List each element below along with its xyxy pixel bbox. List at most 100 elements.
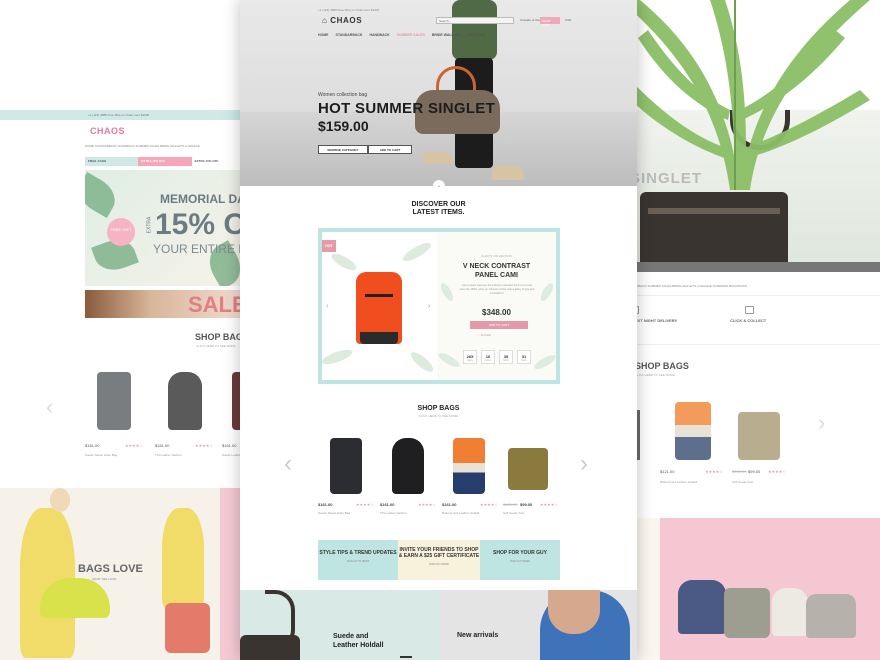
- promo-style-tips[interactable]: STYLE TIPS & TREND UPDATES SIGN UP TO NEW…: [318, 540, 398, 580]
- countdown-hours: 16 Hours: [481, 350, 495, 364]
- offer-1[interactable]: FINAL CASH: [85, 157, 139, 166]
- product-old-price: $105.00: [503, 502, 518, 507]
- product-name[interactable]: Buttons and Leather Holdall: [442, 511, 479, 515]
- chevron-right-icon[interactable]: ›: [580, 450, 588, 478]
- phone-text: +1 (123) 4588: [88, 113, 107, 117]
- shipping-text: Free Ship on Order over $1000: [107, 113, 150, 117]
- product-image[interactable]: [356, 272, 402, 344]
- hero-add-to-cart-button[interactable]: ADD TO CART: [368, 145, 412, 154]
- product-image[interactable]: [675, 402, 711, 460]
- product-brand: CHAOS COLLECTION: [481, 254, 512, 258]
- nav-home[interactable]: HOME: [318, 33, 329, 37]
- search-input[interactable]: [436, 17, 514, 24]
- product-name[interactable]: Buttons and Leather Holdall: [660, 480, 697, 484]
- product-image: [240, 635, 300, 660]
- left-shop-bags-sub[interactable]: CLICK HERE TO SEE MORE: [196, 344, 236, 348]
- promo-invite-friends[interactable]: INVITE YOUR FRIENDS TO SHOP & EARN A $25…: [398, 540, 480, 580]
- nav-handback[interactable]: HANDBACK: [369, 33, 389, 37]
- rating-stars: ★★★★☆: [705, 469, 723, 474]
- product-name[interactable]: Suede Tassel Hobo Bag: [318, 511, 350, 515]
- left-logo[interactable]: CHAOS: [90, 126, 125, 136]
- product-description: Lorem ipsum has been the industry's stan…: [459, 284, 535, 295]
- sale-text: SALE: [188, 292, 247, 317]
- hero-extra: EXTRA: [146, 216, 153, 234]
- hero-title: HOT SUMMER SINGLET: [318, 100, 496, 117]
- countdown-days: 265 Days: [463, 350, 477, 364]
- hero-kicker: Women collection bag: [318, 92, 368, 98]
- bags-love-banner[interactable]: BAGS LOVE SHOP THE LOOK: [0, 488, 250, 660]
- chevron-left-icon[interactable]: ‹: [284, 450, 292, 478]
- product-name[interactable]: Soft Suede Tote: [732, 480, 753, 484]
- share-link[interactable]: ♡ SHARE: [477, 333, 491, 337]
- nav-summer-sales[interactable]: SUMMER SALES: [397, 33, 425, 37]
- product-price: $161.00: [380, 502, 395, 507]
- currency-select[interactable]: USD: [565, 18, 571, 22]
- left-hero-banner[interactable]: FREE GIFT MEMORIAL DA EXTRA 15% O YOUR E…: [85, 170, 250, 286]
- promo-title: SHOP FOR YOUR GUY: [493, 550, 547, 556]
- featured-product-image-panel[interactable]: HOT ‹ ›: [322, 232, 437, 380]
- hero-percentage: 15% O: [155, 208, 247, 241]
- featured-product-info: CHAOS COLLECTION V NECK CONTRAST PANEL C…: [437, 232, 556, 380]
- top-info: +1 (123) 4588 Free Ship on Order over $1…: [318, 8, 379, 12]
- hero-price: $159.00: [318, 118, 369, 134]
- rating-stars: ★★★★☆: [195, 443, 213, 448]
- hot-badge: HOT: [322, 240, 336, 252]
- product-title-line-2: PANEL CAMI: [475, 272, 518, 279]
- chevron-right-icon[interactable]: ›: [428, 303, 430, 310]
- product-name[interactable]: Suede Leather: [222, 453, 242, 457]
- model-image: [548, 590, 600, 634]
- product-image[interactable]: [168, 372, 202, 430]
- chevron-left-icon[interactable]: ‹: [46, 394, 53, 420]
- product-price: $121.00: [660, 469, 675, 474]
- model-image: [452, 0, 497, 60]
- add-to-cart-button[interactable]: ADD TO CART: [470, 321, 528, 329]
- site-logo[interactable]: ⌂ CHAOS: [322, 16, 362, 25]
- product-image: [165, 603, 210, 653]
- offer-3[interactable]: EXTRA 15% OFF: [191, 157, 245, 166]
- product-name[interactable]: TSt Leather Satchel: [380, 511, 407, 515]
- holdall-banner[interactable]: Suede and Leather Holdall: [240, 590, 440, 660]
- right-nav[interactable]: HANDBACK SUMMER SALES BRIDE WALLETS LUGG…: [630, 284, 747, 288]
- rating-stars: ★★★★☆: [540, 502, 558, 507]
- product-image[interactable]: [97, 372, 131, 430]
- shop-cart-button[interactable]: SHOP CART: [540, 17, 560, 27]
- right-shop-bags-sub[interactable]: CLICK HERE TO SEE MORE: [635, 373, 675, 377]
- bags-love-sub[interactable]: SHOP THE LOOK: [92, 577, 116, 581]
- product-image[interactable]: [330, 438, 362, 494]
- promo-shop-for-guy[interactable]: SHOP FOR YOUR GUY FIND OUT MORE: [480, 540, 560, 580]
- promo-link[interactable]: FIND OUT MORE: [398, 562, 480, 568]
- hero-title: MEMORIAL DA: [160, 192, 246, 206]
- offer-2[interactable]: EXTRA 15% OFF: [138, 157, 192, 166]
- product-image: [772, 588, 808, 636]
- product-image[interactable]: [738, 412, 780, 460]
- model-image: [423, 152, 453, 164]
- product-name[interactable]: Suede Tassel Hobo Bag: [85, 453, 117, 457]
- chevron-right-icon[interactable]: ›: [818, 410, 825, 436]
- new-arrivals-banner[interactable]: New arrivals: [440, 590, 637, 660]
- product-title[interactable]: V NECK CONTRAST PANEL CAMI: [437, 262, 556, 280]
- nav-luggage[interactable]: LUGGAGE: [467, 33, 485, 37]
- promo-link[interactable]: SIGN UP TO NEWS: [318, 559, 398, 565]
- nav-standarback[interactable]: STANDARBACK: [335, 33, 362, 37]
- product-image[interactable]: [392, 438, 424, 494]
- bags-collection-banner[interactable]: [660, 518, 880, 660]
- browse-category-button[interactable]: BROWSE CATEGORY: [318, 145, 368, 154]
- product-name[interactable]: TSt Leather Satchel: [155, 453, 182, 457]
- product-name[interactable]: Soft Suede Tote: [503, 511, 524, 515]
- mockup-stage: +1 (123) 4588 Free Ship on Order over $1…: [0, 0, 880, 660]
- hero-banner: [240, 0, 637, 186]
- nav-bride-wallets[interactable]: BRIDE WALLETS: [432, 33, 461, 37]
- countdown-unit: Mins: [503, 359, 509, 362]
- product-old-price: $105.00: [732, 469, 747, 474]
- holdall-title-line-2: Leather Holdall: [333, 642, 384, 649]
- scroll-down-icon[interactable]: ⌄: [433, 180, 445, 192]
- left-nav[interactable]: HOME STANDARBACK HANDBACK SUMMER SALES B…: [85, 144, 200, 148]
- sale-banner[interactable]: SALE: [85, 290, 250, 318]
- hero-subtitle: YOUR ENTIRE PU: [153, 242, 250, 256]
- product-image[interactable]: [453, 438, 485, 494]
- product-image[interactable]: [508, 448, 548, 490]
- product-price: $161.00: [442, 502, 457, 507]
- shop-bags-sub[interactable]: CLICK HERE TO SEE MORE: [240, 414, 637, 418]
- chevron-left-icon[interactable]: ‹: [326, 303, 328, 310]
- promo-link[interactable]: FIND OUT MORE: [480, 559, 560, 565]
